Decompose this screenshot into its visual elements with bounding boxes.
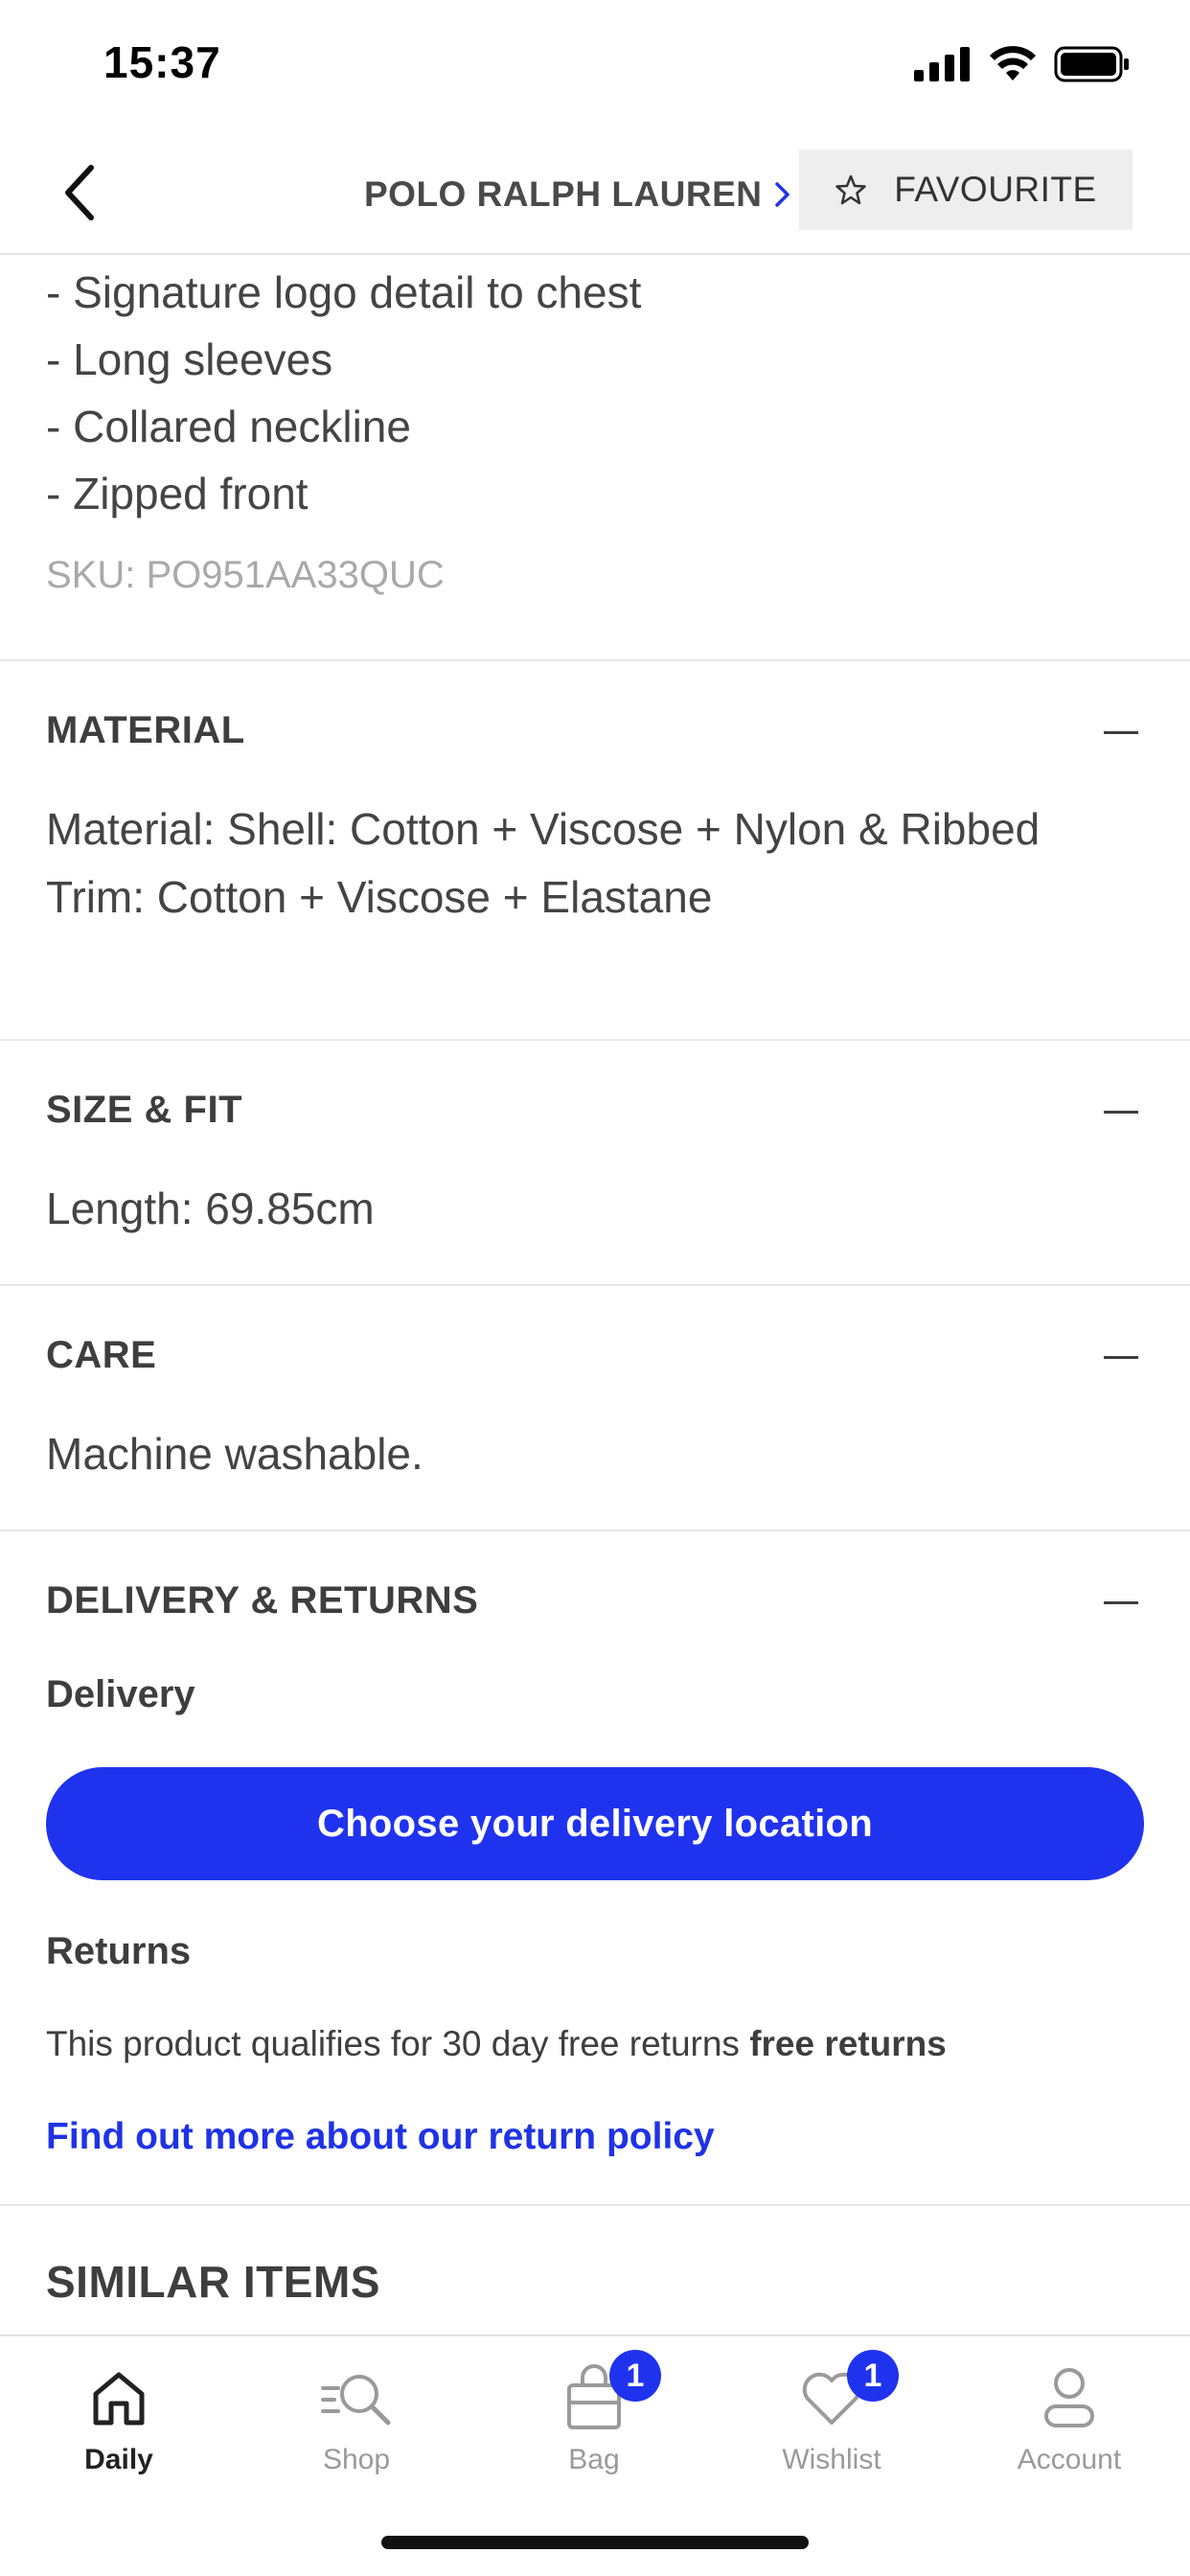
home-icon-wrap [80, 2359, 157, 2436]
care-text: Machine washable. [46, 1429, 423, 1479]
returns-text: This product qualifies for 30 day free r… [46, 2024, 947, 2064]
material-text: Material: Shell: Cotton + Viscose + Nylo… [46, 804, 1041, 922]
delivery-returns-section: DELIVERY & RETURNS Delivery Choose your … [0, 1530, 1190, 2204]
tab-label: Bag [568, 2444, 620, 2475]
home-indicator [381, 2536, 809, 2549]
bag-icon-wrap: 1 [556, 2350, 661, 2436]
size-fit-section: SIZE & FIT Length: 69.85cm [0, 1039, 1190, 1284]
detail-bullet: - Zipped front [46, 469, 309, 518]
minus-icon[interactable] [1104, 1601, 1138, 1604]
search-icon-wrap [318, 2359, 395, 2436]
delivery-returns-header[interactable]: DELIVERY & RETURNS [46, 1579, 478, 1622]
tab-bag[interactable]: 1 Bag [475, 2336, 713, 2499]
product-details: - Signature logo detail to chest - Long … [0, 257, 1190, 597]
minus-icon[interactable] [1104, 1356, 1138, 1359]
search-icon [321, 2375, 391, 2426]
detail-bullets: - Signature logo detail to chest - Long … [0, 257, 1190, 527]
tab-wishlist[interactable]: 1 Wishlist [713, 2336, 950, 2499]
brand-name: POLO RALPH LAUREN [364, 174, 763, 214]
brand-link[interactable]: POLO RALPH LAUREN [364, 171, 791, 218]
tab-label: Shop [322, 2444, 391, 2475]
detail-bullet: - Signature logo detail to chest [46, 267, 642, 317]
returns-heading: Returns [46, 1930, 192, 1972]
detail-bullet: - Collared neckline [46, 402, 411, 451]
similar-items-title: SIMILAR ITEMS [46, 2257, 380, 2307]
status-icons [914, 46, 1131, 82]
material-header[interactable]: MATERIAL [46, 709, 245, 752]
person-icon-wrap [1031, 2359, 1108, 2436]
chevron-right-icon [774, 182, 790, 207]
battery-icon [1054, 46, 1129, 82]
back-button[interactable] [46, 159, 113, 226]
returns-text-main: This product qualifies for 30 day free r… [46, 2024, 740, 2063]
heart-icon-wrap: 1 [793, 2350, 899, 2436]
sku-text: SKU: PO951AA33QUC [46, 554, 445, 596]
top-nav: POLO RALPH LAUREN FAVOURITE [0, 134, 1190, 255]
minus-icon[interactable] [1104, 731, 1138, 734]
tab-label: Account [1017, 2444, 1122, 2475]
tab-account[interactable]: Account [950, 2336, 1188, 2499]
return-policy-link[interactable]: Find out more about our return policy [46, 2116, 715, 2158]
favourite-button[interactable]: FAVOURITE [799, 150, 1133, 230]
status-bar: 15:37 [0, 0, 1190, 134]
status-time: 15:37 [103, 37, 221, 87]
delivery-heading: Delivery [46, 1673, 195, 1715]
home-icon [93, 2372, 145, 2426]
tab-shop[interactable]: Shop [238, 2336, 475, 2499]
similar-items-section: SIMILAR ITEMS [0, 2204, 1190, 2334]
wifi-icon [990, 46, 1036, 80]
choose-delivery-location-button[interactable]: Choose your delivery location [46, 1767, 1144, 1880]
person-icon [1044, 2368, 1094, 2427]
favourite-label: FAVOURITE [894, 170, 1097, 209]
cellular-signal-icon [914, 47, 970, 81]
care-section: CARE Machine washable. [0, 1284, 1190, 1530]
returns-text-bold: free returns [749, 2024, 947, 2063]
wishlist-count-badge: 1 [847, 2350, 899, 2402]
size-fit-header[interactable]: SIZE & FIT [46, 1089, 242, 1132]
material-section: MATERIAL Material: Shell: Cotton + Visco… [0, 659, 1190, 1039]
tab-label: Wishlist [782, 2444, 881, 2475]
tab-daily[interactable]: Daily [0, 2336, 238, 2499]
minus-icon[interactable] [1104, 1111, 1138, 1114]
star-icon [835, 174, 867, 205]
size-fit-text: Length: 69.85cm [46, 1184, 375, 1233]
chevron-left-icon [65, 165, 94, 220]
tab-label: Daily [84, 2444, 153, 2475]
bag-count-badge: 1 [609, 2350, 661, 2402]
detail-bullet: - Long sleeves [46, 334, 333, 384]
care-header[interactable]: CARE [46, 1334, 156, 1377]
